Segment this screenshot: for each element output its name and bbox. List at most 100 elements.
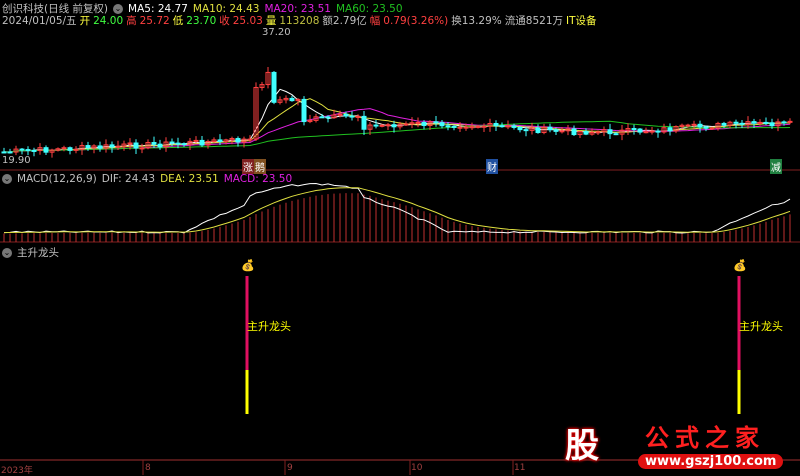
ma5-line bbox=[3, 88, 791, 153]
candle-body bbox=[85, 145, 91, 149]
candle-body bbox=[25, 149, 31, 152]
axis-label: 2023年 bbox=[1, 466, 33, 476]
candle-body bbox=[481, 125, 487, 128]
candle-body bbox=[343, 113, 349, 117]
money-bag-icon: 💰 bbox=[241, 259, 255, 272]
candle-body bbox=[613, 133, 619, 136]
candle-body bbox=[763, 121, 769, 124]
candle-body bbox=[499, 125, 505, 128]
candle-body bbox=[703, 126, 709, 129]
candle-body bbox=[415, 121, 421, 124]
low-price-label: 19.90 bbox=[2, 155, 31, 166]
candle-body bbox=[157, 143, 163, 148]
candle-body bbox=[475, 125, 481, 128]
candle-body bbox=[583, 131, 589, 135]
candle-body bbox=[373, 124, 379, 127]
macd-header: ⌄ MACD(12,26,9) DIF: 24.43 DEA: 23.51 MA… bbox=[2, 173, 292, 185]
candle-body bbox=[685, 124, 691, 127]
axis-label: 8 bbox=[145, 463, 151, 473]
candle-body bbox=[319, 116, 325, 119]
candle-body bbox=[559, 130, 565, 133]
event-tag[interactable]: 鹅 bbox=[254, 159, 266, 174]
candle-body bbox=[115, 145, 121, 148]
candle-body bbox=[697, 123, 703, 128]
candle-body bbox=[133, 142, 139, 149]
candle-body bbox=[757, 121, 763, 124]
candle-body bbox=[433, 121, 439, 124]
candle-body bbox=[511, 125, 517, 128]
candle-body bbox=[349, 115, 355, 118]
candle-body bbox=[637, 128, 643, 133]
candle-body bbox=[667, 127, 673, 132]
candle-body bbox=[439, 122, 445, 127]
candle-body bbox=[769, 122, 775, 127]
candle-body bbox=[733, 121, 739, 124]
candle-body bbox=[247, 138, 253, 141]
dif-line bbox=[3, 182, 791, 234]
candle-body bbox=[517, 126, 523, 131]
candle-body bbox=[643, 131, 649, 134]
candle-body bbox=[355, 115, 361, 118]
candle-body bbox=[751, 121, 757, 124]
dea-value: DEA: 23.51 bbox=[160, 173, 219, 185]
candle-body bbox=[361, 115, 367, 130]
candle-body bbox=[607, 129, 613, 135]
candle-body bbox=[649, 130, 655, 133]
event-tag[interactable]: 涨 bbox=[242, 159, 254, 174]
candle-body bbox=[523, 129, 529, 132]
candle-body bbox=[337, 113, 343, 116]
watermark-logo: 股 bbox=[565, 426, 599, 466]
candle-body bbox=[463, 126, 469, 129]
candle-body bbox=[325, 116, 331, 119]
candle-body bbox=[385, 124, 391, 127]
high-price-label: 37.20 bbox=[262, 27, 291, 38]
candle-body bbox=[721, 122, 727, 126]
candle-body bbox=[175, 142, 181, 145]
candle-body bbox=[181, 143, 187, 146]
candle-body bbox=[553, 129, 559, 132]
candle-body bbox=[403, 123, 409, 126]
money-bag-icon: 💰 bbox=[733, 259, 747, 272]
candle-body bbox=[139, 147, 145, 150]
candle-body bbox=[445, 125, 451, 128]
candle-body bbox=[421, 121, 427, 126]
indicator-header: ⌄ 主升龙头 bbox=[2, 245, 59, 260]
candle-body bbox=[289, 97, 295, 102]
watermark-url: www.gszj100.com bbox=[638, 454, 784, 469]
event-tag[interactable]: 财 bbox=[486, 159, 498, 174]
candle-body bbox=[691, 123, 697, 126]
axis-label: 11 bbox=[514, 463, 526, 473]
candle-body bbox=[217, 139, 223, 142]
candle-body bbox=[547, 126, 553, 131]
candle-body bbox=[709, 127, 715, 130]
watermark-name: 公式之家 bbox=[645, 424, 765, 452]
candle-body bbox=[43, 147, 49, 153]
kline-chart[interactable] bbox=[0, 0, 800, 475]
candle-body bbox=[391, 124, 397, 128]
candle-body bbox=[781, 121, 787, 124]
candle-body bbox=[379, 124, 385, 127]
chevron-down-icon[interactable]: ⌄ bbox=[2, 247, 12, 258]
candle-body bbox=[271, 71, 277, 103]
candle-body bbox=[739, 122, 745, 125]
macd-title: MACD(12,26,9) bbox=[17, 173, 97, 185]
candle-body bbox=[97, 145, 103, 149]
dif-value: DIF: 24.43 bbox=[101, 173, 156, 185]
signal-label: 主升龙头 bbox=[247, 320, 291, 333]
candle-body bbox=[199, 139, 205, 146]
event-tag[interactable]: 减 bbox=[770, 159, 782, 174]
candle-body bbox=[31, 149, 37, 152]
indicator-title: 主升龙头 bbox=[17, 247, 59, 259]
candle-body bbox=[7, 151, 13, 154]
candle-body bbox=[451, 125, 457, 128]
candle-body bbox=[571, 128, 577, 136]
macd-value: MACD: 23.50 bbox=[223, 173, 293, 185]
candle-body bbox=[169, 141, 175, 144]
candle-body bbox=[109, 144, 115, 148]
signal-label: 主升龙头 bbox=[739, 320, 783, 333]
chevron-down-icon[interactable]: ⌄ bbox=[2, 174, 12, 184]
candle-body bbox=[535, 127, 541, 134]
dea-line bbox=[3, 187, 791, 234]
candle-body bbox=[1, 151, 7, 154]
candle-body bbox=[235, 138, 241, 143]
